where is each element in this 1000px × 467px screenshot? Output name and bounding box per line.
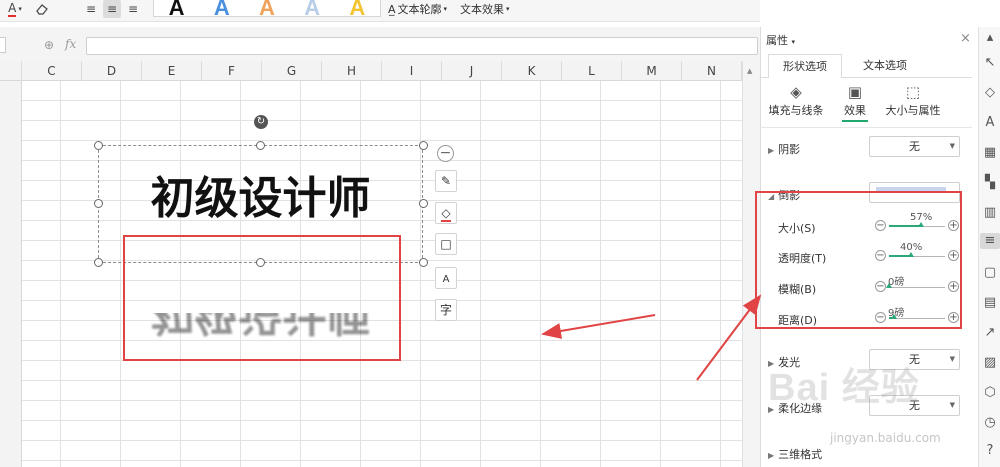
column-header[interactable]: N (682, 61, 742, 81)
column-header[interactable]: D (82, 61, 142, 81)
text-effect-label: 文本效果 (460, 3, 504, 16)
save-icon[interactable]: ▤ (982, 295, 998, 311)
column-header-row: C D E F G H I J K L M N (0, 61, 760, 81)
text-effect-icon[interactable]: A (982, 115, 998, 131)
column-header[interactable]: J (442, 61, 502, 81)
active-subtab-indicator (842, 120, 868, 122)
column-header[interactable]: C (22, 61, 82, 81)
text-style-blue[interactable]: A (214, 0, 230, 16)
resize-handle-nw[interactable] (94, 141, 103, 150)
share-icon[interactable]: ↗ (982, 325, 998, 341)
history-icon[interactable]: ◷ (982, 415, 998, 431)
fill-line-icon: ◈ (790, 83, 802, 101)
column-header[interactable]: I (382, 61, 442, 81)
text-outline-button[interactable]: A̲ 文本轮廓 ▾ (388, 1, 447, 17)
column-header[interactable]: L (562, 61, 622, 81)
subtab-size-properties[interactable]: ⬚ 大小与属性 (884, 82, 942, 118)
pane-title[interactable]: 属性 ▾ (766, 32, 795, 48)
outline-icon: □ (440, 237, 452, 251)
column-header[interactable]: G (262, 61, 322, 81)
layout-options-button[interactable]: A (435, 267, 457, 289)
reflection-highlight-box (123, 235, 401, 361)
3d-format-section-header[interactable]: ▶ 三维格式 (768, 446, 822, 462)
font-color-button[interactable]: A ▾ (2, 0, 28, 18)
text-outline-icon: A̲ (388, 2, 396, 16)
corner-cell[interactable] (0, 61, 22, 81)
collapse-tools-icon[interactable]: − (437, 145, 454, 162)
shadow-dropdown[interactable]: 无 ▼ (869, 136, 960, 157)
formula-input[interactable] (86, 37, 758, 55)
align-center-button[interactable]: ≡ (103, 0, 121, 18)
tab-shape-options[interactable]: 形状选项 (768, 54, 842, 78)
size-properties-icon: ⬚ (905, 83, 921, 101)
image-icon[interactable]: ▨ (982, 355, 998, 371)
subtab-size-label: 大小与属性 (885, 104, 941, 117)
align-left-icon: ≡ (85, 2, 97, 16)
fx-icon[interactable]: fx (65, 37, 76, 51)
char-icon: 字 (439, 303, 452, 317)
eraser-icon (36, 4, 48, 15)
subtab-fill-line[interactable]: ◈ 填充与线条 (768, 82, 824, 118)
align-center-icon: ≡ (106, 2, 118, 16)
select-pointer-icon[interactable]: ↖ (982, 55, 998, 71)
subtab-effects-label: 效果 (844, 104, 866, 117)
text-style-gallery[interactable]: A A A A A (153, 0, 381, 17)
comment-icon[interactable]: ▢ (982, 265, 998, 281)
shape-text[interactable]: 初级设计师 (98, 168, 423, 230)
table-icon[interactable]: ▦ (982, 145, 998, 161)
align-right-icon: ≡ (127, 2, 139, 16)
text-style-gold[interactable]: A (349, 0, 365, 16)
name-box-edge (0, 37, 6, 53)
tab-text-options[interactable]: 文本选项 (850, 54, 920, 78)
clear-format-button[interactable] (32, 0, 52, 18)
subtab-effects[interactable]: ▣ 效果 (838, 82, 872, 118)
shape-style-button[interactable]: ✎ (435, 170, 457, 192)
effects-icon: ▣ (847, 83, 863, 101)
column-header[interactable]: E (142, 61, 202, 81)
chart-icon[interactable]: ▥ (982, 205, 998, 221)
expand-right-icon: ▶ (768, 451, 775, 460)
shape-fill-icon[interactable]: ◇ (982, 85, 998, 101)
scroll-up-icon[interactable]: ▲ (747, 67, 752, 75)
text-outline-label: 文本轮廓 (397, 3, 442, 16)
text-options-button[interactable]: 字 (435, 299, 457, 321)
text-style-black[interactable]: A (169, 0, 185, 16)
subtab-fill-line-label: 填充与线条 (768, 104, 824, 117)
resize-handle-se[interactable] (419, 258, 428, 267)
align-left-button[interactable]: ≡ (82, 0, 100, 18)
zoom-search-icon[interactable]: ⊕ (44, 38, 54, 52)
watermark-url: jingyan.baidu.com (830, 431, 941, 445)
column-header[interactable]: K (502, 61, 562, 81)
row-header-column[interactable] (0, 81, 22, 467)
fill-bucket-icon: ◇ (441, 206, 451, 222)
shape-outline-button[interactable]: □ (435, 233, 457, 255)
help-icon[interactable]: ? (982, 443, 998, 459)
reflection-settings-highlight-box (755, 191, 962, 329)
column-header[interactable]: M (622, 61, 682, 81)
align-right-button[interactable]: ≡ (124, 0, 142, 18)
font-color-icon: A (8, 0, 17, 17)
shadow-section-header[interactable]: ▶ 阴影 (768, 141, 800, 157)
baidu-watermark-logo: Bai 经验 (768, 367, 920, 409)
text-style-light-blue[interactable]: A (304, 0, 320, 16)
resize-handle-ne[interactable] (419, 141, 428, 150)
pane-divider (760, 127, 972, 128)
text-effect-button[interactable]: 文本效果 ▾ (460, 1, 510, 17)
ribbon: A ▾ ≡ ≡ ≡ A A A A A A̲ 文本轮廓 ▾ 文本效果 ▾ (0, 0, 760, 22)
shape-fill-button[interactable]: ◇ (435, 202, 457, 224)
shield-icon[interactable]: ⬡ (982, 385, 998, 401)
resize-handle-sw[interactable] (94, 258, 103, 267)
pin-icon[interactable]: ▴ (982, 30, 998, 46)
apps-icon[interactable]: ▚ (982, 175, 998, 191)
text-layout-icon: A (442, 274, 450, 285)
brush-icon: ✎ (440, 174, 452, 188)
text-style-orange-outline[interactable]: A (259, 0, 275, 16)
properties-icon[interactable]: ≡ (980, 233, 1000, 249)
resize-handle-n[interactable] (256, 141, 265, 150)
rotate-handle-icon[interactable]: ↻ (254, 115, 268, 129)
expand-right-icon: ▶ (768, 146, 775, 155)
column-header[interactable]: H (322, 61, 382, 81)
close-icon[interactable]: × (960, 31, 971, 46)
column-header[interactable]: F (202, 61, 262, 81)
